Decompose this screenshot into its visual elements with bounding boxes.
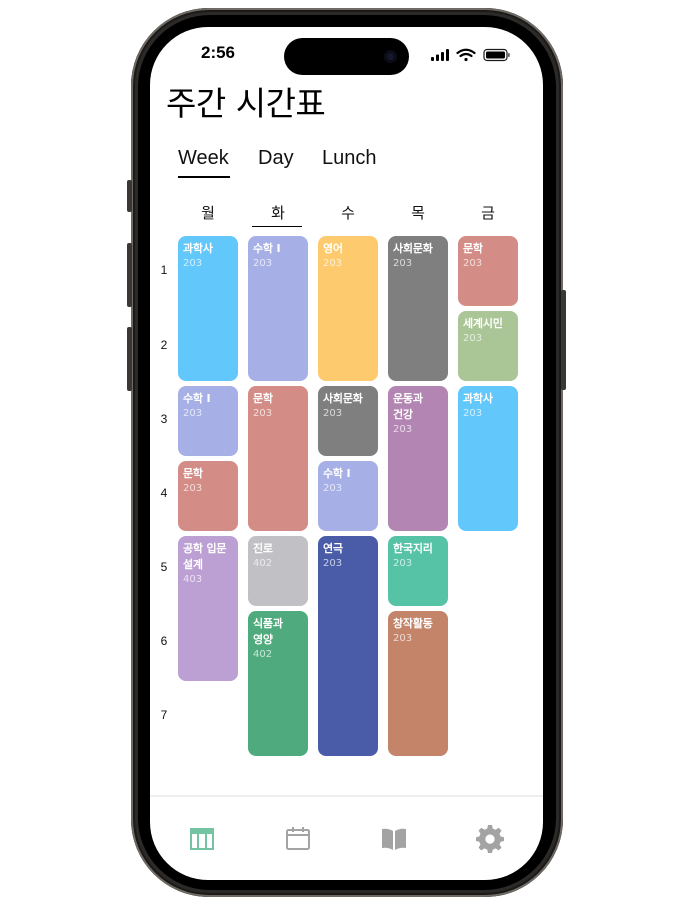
day-header-tue[interactable]: 화 <box>248 202 308 223</box>
class-block[interactable]: 수학 I 203 <box>318 461 378 531</box>
dynamic-island <box>284 38 409 75</box>
class-subject: 영어 <box>323 242 343 255</box>
volume-down-button <box>127 327 132 391</box>
class-block[interactable]: 과학사 203 <box>458 386 518 531</box>
class-subject: 운동과 건강 <box>393 392 423 421</box>
class-subject: 문학 <box>463 242 483 255</box>
class-room: 203 <box>183 408 203 419</box>
book-icon[interactable] <box>379 824 409 854</box>
class-subject: 공학 입문 설계 <box>183 542 227 571</box>
class-subject: 과학사 <box>183 242 213 255</box>
class-block[interactable]: 영어 203 <box>318 236 378 381</box>
class-block[interactable]: 사회문화 203 <box>318 386 378 456</box>
class-subject: 수학 I <box>323 467 351 480</box>
class-subject: 진로 <box>253 542 273 555</box>
class-block[interactable]: 수학 I 203 <box>248 236 308 381</box>
calendar-icon[interactable] <box>283 824 313 854</box>
class-block[interactable]: 진로 402 <box>248 536 308 606</box>
class-subject: 사회문화 <box>393 242 433 255</box>
class-block[interactable]: 창작활동 203 <box>388 611 448 756</box>
class-room: 203 <box>253 408 273 419</box>
class-room: 203 <box>463 333 483 344</box>
class-block[interactable]: 연극 203 <box>318 536 378 756</box>
selected-day-underline <box>252 226 302 227</box>
period-number: 6 <box>160 634 168 648</box>
status-icons <box>431 48 510 62</box>
class-room: 203 <box>393 424 413 435</box>
class-block[interactable]: 식품과 영양 402 <box>248 611 308 756</box>
class-block[interactable]: 수학 I 203 <box>178 386 238 456</box>
period-number: 5 <box>160 560 168 574</box>
class-block[interactable]: 공학 입문 설계 403 <box>178 536 238 681</box>
period-number: 4 <box>160 486 168 500</box>
class-subject: 문학 <box>253 392 273 405</box>
power-button <box>561 290 566 390</box>
class-block[interactable]: 문학 203 <box>178 461 238 531</box>
class-subject: 수학 I <box>183 392 211 405</box>
class-subject: 한국지리 <box>393 542 433 555</box>
day-header-wed[interactable]: 수 <box>318 202 378 223</box>
class-room: 203 <box>323 258 343 269</box>
battery-icon <box>483 48 510 62</box>
class-room: 203 <box>393 558 413 569</box>
tab-lunch[interactable]: Lunch <box>322 147 377 170</box>
class-subject: 연극 <box>323 542 343 555</box>
class-block[interactable]: 세계시민 203 <box>458 311 518 381</box>
class-room: 402 <box>253 558 273 569</box>
tab-day[interactable]: Day <box>258 147 294 170</box>
class-block[interactable]: 사회문화 203 <box>388 236 448 381</box>
class-room: 203 <box>323 558 343 569</box>
class-block[interactable]: 과학사 203 <box>178 236 238 381</box>
tab-bar-divider <box>150 795 543 797</box>
class-block[interactable]: 문학 203 <box>248 386 308 531</box>
camera-icon <box>384 50 397 63</box>
class-subject: 창작활동 <box>393 617 433 630</box>
class-room: 402 <box>253 649 273 660</box>
tab-week[interactable]: Week <box>178 147 229 170</box>
period-number: 7 <box>160 708 168 722</box>
period-number: 2 <box>160 338 168 352</box>
signal-icon <box>431 49 449 61</box>
class-room: 203 <box>463 258 483 269</box>
class-room: 203 <box>183 483 203 494</box>
class-block[interactable]: 한국지리 203 <box>388 536 448 606</box>
class-subject: 식품과 영양 <box>253 617 283 646</box>
period-number: 3 <box>160 412 168 426</box>
tab-week-underline <box>178 176 230 178</box>
wifi-icon <box>456 48 476 62</box>
class-room: 203 <box>253 258 273 269</box>
class-block[interactable]: 문학 203 <box>458 236 518 306</box>
page-title: 주간 시간표 <box>166 84 326 123</box>
volume-up-button <box>127 243 132 307</box>
gear-icon[interactable] <box>475 824 505 854</box>
class-room: 203 <box>323 483 343 494</box>
class-subject: 문학 <box>183 467 203 480</box>
action-button <box>127 180 132 212</box>
class-block[interactable]: 운동과 건강 203 <box>388 386 448 531</box>
class-room: 203 <box>183 258 203 269</box>
class-room: 203 <box>393 258 413 269</box>
period-number: 1 <box>160 263 168 277</box>
class-subject: 사회문화 <box>323 392 363 405</box>
class-room: 203 <box>393 633 413 644</box>
class-room: 203 <box>323 408 343 419</box>
day-header-thu[interactable]: 목 <box>388 202 448 223</box>
day-header-mon[interactable]: 월 <box>178 202 238 223</box>
class-room: 403 <box>183 574 203 585</box>
class-subject: 수학 I <box>253 242 281 255</box>
day-header-fri[interactable]: 금 <box>458 202 518 223</box>
timetable-icon[interactable] <box>187 824 217 854</box>
class-room: 203 <box>463 408 483 419</box>
class-subject: 과학사 <box>463 392 493 405</box>
status-time: 2:56 <box>200 43 236 62</box>
class-subject: 세계시민 <box>463 317 503 330</box>
screen: 2:56 주간 시간표 Week Day Lunch 월 화 수 목 금 1 2… <box>150 27 543 880</box>
